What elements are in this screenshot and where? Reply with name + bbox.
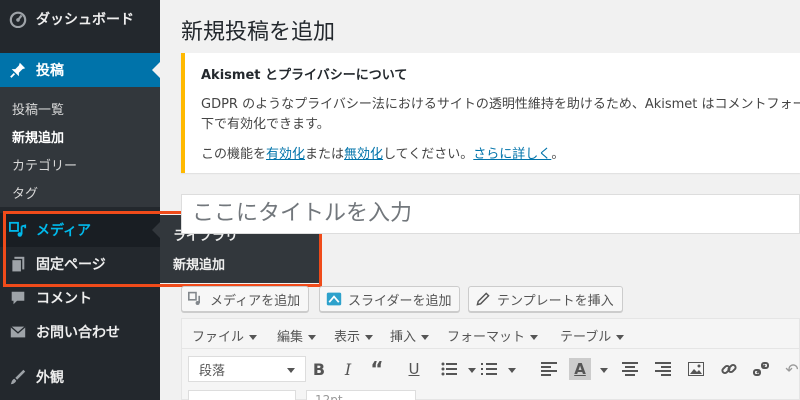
editor-toolbar-row2: 12pt: [182, 390, 800, 400]
menu-edit-label: 編集: [277, 330, 304, 345]
italic-icon[interactable]: I: [337, 358, 359, 380]
numbered-list-icon[interactable]: [478, 358, 500, 380]
menu-media[interactable]: メディア: [0, 213, 160, 247]
notice-text-line3: この機能を有効化または無効化してください。さらに詳しく。: [201, 143, 564, 162]
menu-pages-label: 固定ページ: [36, 257, 106, 273]
media-icon: [0, 221, 36, 239]
align-center-icon[interactable]: [619, 358, 641, 380]
add-media-label: メディアを追加: [210, 293, 301, 309]
menu-dashboard[interactable]: ダッシュボード: [0, 2, 160, 36]
learn-more-link[interactable]: さらに詳しく: [473, 147, 551, 162]
slider-icon: [326, 291, 342, 307]
font-family-select[interactable]: [188, 390, 296, 400]
menu-file-label: ファイル: [192, 330, 245, 345]
menu-insert[interactable]: 挿入: [390, 326, 430, 345]
page-title: 新規投稿を追加: [181, 20, 336, 45]
menu-edit[interactable]: 編集: [277, 326, 317, 345]
chevron-down-icon: [308, 335, 317, 340]
format-select[interactable]: 段落: [188, 356, 306, 382]
menu-pages[interactable]: 固定ページ: [0, 247, 160, 281]
chevron-down-icon: [421, 335, 430, 340]
add-media-button[interactable]: メディアを追加: [181, 286, 310, 312]
dashboard-icon: [0, 10, 36, 28]
menu-posts[interactable]: 投稿: [0, 53, 160, 87]
notice-mid: または: [305, 147, 345, 162]
notice-title: Akismet とプライバシーについて: [201, 68, 408, 83]
notice-text-line1: GDPR のようなプライバシー法におけるサイトの透明性維持を助けるため、Akis…: [201, 97, 800, 112]
notice-suffix: 。: [551, 147, 565, 162]
unlink-icon[interactable]: [750, 358, 772, 380]
align-left-icon[interactable]: [538, 358, 560, 380]
underline-icon[interactable]: U: [403, 358, 425, 380]
posts-submenu: 投稿一覧 新規追加 カテゴリー タグ: [0, 87, 160, 207]
menu-appearance[interactable]: 外観: [0, 360, 160, 394]
menu-table-label: テーブル: [560, 330, 612, 345]
menu-media-label: メディア: [36, 223, 92, 239]
disable-link[interactable]: 無効化: [344, 147, 383, 162]
pin-icon: [0, 61, 36, 79]
menu-contact[interactable]: お問い合わせ: [0, 315, 160, 349]
add-slider-button[interactable]: スライダーを追加: [319, 286, 461, 312]
bullet-list-icon[interactable]: [438, 358, 460, 380]
enable-link[interactable]: 有効化: [266, 147, 305, 162]
font-size-select[interactable]: 12pt: [306, 390, 416, 400]
chevron-down-icon: [530, 335, 539, 340]
menu-posts-label: 投稿: [36, 63, 64, 79]
submenu-add-new[interactable]: 新規追加: [12, 127, 64, 146]
menu-appearance-label: 外観: [36, 370, 64, 386]
notice-mid2: してください。: [383, 147, 474, 162]
menu-comments[interactable]: コメント: [0, 281, 160, 315]
format-select-value: 段落: [199, 364, 226, 379]
align-right-icon[interactable]: [652, 358, 674, 380]
bold-icon[interactable]: B: [308, 358, 330, 380]
chevron-down-icon: [287, 368, 295, 373]
title-placeholder: ここにタイトルを入力: [192, 201, 413, 226]
notice-text-line2: 下で有効化できます。: [201, 117, 330, 132]
post-title-input[interactable]: ここにタイトルを入力: [181, 194, 800, 234]
editor-toolbar: ファイル 編集 表示 挿入 フォーマット テーブル 段落 B I “ U A ↶: [181, 318, 800, 400]
font-size-value: 12pt: [315, 393, 343, 400]
add-slider-label: スライダーを追加: [348, 293, 452, 309]
menu-view[interactable]: 表示: [334, 326, 374, 345]
menu-insert-label: 挿入: [390, 330, 417, 345]
menu-view-label: 表示: [334, 330, 361, 345]
image-icon[interactable]: [685, 358, 707, 380]
akismet-notice: Akismet とプライバシーについて GDPR のようなプライバシー法における…: [181, 53, 800, 173]
flyout-add-new[interactable]: 新規追加: [173, 254, 225, 273]
menu-dashboard-label: ダッシュボード: [36, 12, 134, 28]
text-color-icon[interactable]: A: [569, 358, 591, 380]
undo-icon[interactable]: ↶: [781, 358, 800, 380]
menu-format[interactable]: フォーマット: [447, 326, 539, 345]
admin-sidebar: ダッシュボード 投稿 投稿一覧 新規追加 カテゴリー タグ メディア 固定ページ…: [0, 0, 160, 400]
submenu-categories[interactable]: カテゴリー: [12, 155, 77, 174]
menu-format-label: フォーマット: [447, 330, 526, 345]
editor-menubar: ファイル 編集 表示 挿入 フォーマット テーブル: [182, 319, 800, 349]
page-icon: [0, 255, 36, 273]
link-icon[interactable]: [718, 358, 740, 380]
chevron-down-icon: [249, 335, 258, 340]
media-icon: [188, 291, 204, 307]
menu-table[interactable]: テーブル: [560, 326, 625, 345]
brush-icon: [0, 368, 36, 386]
notice-prefix: この機能を: [201, 147, 267, 162]
submenu-all-posts[interactable]: 投稿一覧: [12, 99, 64, 118]
insert-template-button[interactable]: テンプレートを挿入: [468, 286, 623, 312]
pencil-icon: [475, 291, 491, 307]
chevron-down-icon: [365, 335, 374, 340]
chevron-down-icon[interactable]: [600, 368, 608, 373]
menu-contact-label: お問い合わせ: [36, 325, 120, 341]
chevron-down-icon[interactable]: [468, 368, 476, 373]
menu-file[interactable]: ファイル: [192, 326, 258, 345]
mail-icon: [0, 323, 36, 341]
submenu-tags[interactable]: タグ: [12, 183, 38, 202]
menu-comments-label: コメント: [36, 291, 92, 307]
chevron-down-icon[interactable]: [508, 368, 516, 373]
comment-icon: [0, 289, 36, 307]
blockquote-icon[interactable]: “: [366, 357, 388, 381]
insert-template-label: テンプレートを挿入: [497, 293, 614, 309]
chevron-down-icon: [616, 335, 625, 340]
